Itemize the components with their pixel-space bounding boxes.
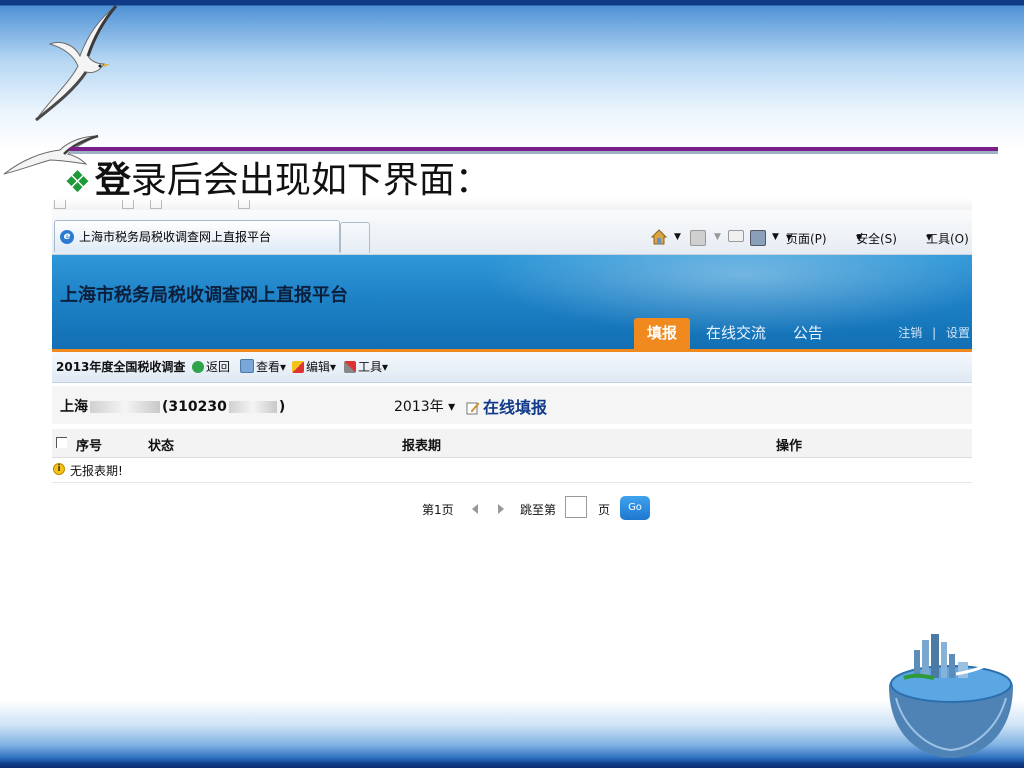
view-icon	[240, 359, 254, 373]
company-row: 上海 (310230) 2013年 ▾ 在线填报	[52, 386, 972, 424]
chevron-down-icon[interactable]: ▼	[714, 228, 721, 246]
chevron-down-icon[interactable]: ▼	[674, 228, 681, 246]
tools-icon	[344, 361, 356, 373]
nav-tab-online-chat[interactable]: 在线交流	[700, 318, 772, 349]
go-button[interactable]: Go	[620, 496, 650, 520]
survey-title: 2013年度全国税收调查	[56, 360, 186, 374]
year-select[interactable]: 2013年 ▾	[394, 396, 455, 416]
empty-message: 无报表期!	[70, 464, 123, 478]
slide-header-background	[0, 0, 1024, 150]
logout-link[interactable]: 注销	[898, 326, 922, 340]
page-menu[interactable]: 页面(P) ▾	[786, 228, 827, 246]
home-icon[interactable]	[650, 228, 668, 251]
slide-title-rest: 录后会出现如下界面：	[130, 160, 491, 201]
site-title: 上海市税务局税收调查网上直报平台	[60, 285, 348, 306]
prev-page-icon[interactable]	[472, 504, 478, 514]
safety-menu[interactable]: 安全(S) ▾	[856, 228, 897, 246]
settings-link[interactable]: 设置	[946, 326, 970, 340]
slide-title-first-char: 登	[94, 160, 131, 201]
nav-tab-announcements[interactable]: 公告	[782, 318, 834, 349]
column-header-status: 状态	[148, 439, 175, 454]
ie-icon: e	[60, 230, 74, 244]
page-unit-label: 页	[598, 503, 611, 517]
browser-tab-title: 上海市税务局税收调查网上直报平台	[79, 230, 272, 244]
new-tab-button[interactable]	[340, 222, 370, 253]
next-page-icon[interactable]	[498, 504, 504, 514]
slide-footer-background	[0, 700, 1024, 768]
edit-button[interactable]: 编辑▾	[292, 359, 336, 375]
pencil-icon	[292, 361, 304, 373]
company-name: 上海 (310230)	[60, 399, 286, 415]
nav-tab-fill-report[interactable]: 填报	[634, 318, 690, 349]
browser-command-bar: ▼ ▼ ▼ 页面(P) ▾ 安全(S) ▾ 工具(O) ▾	[650, 226, 972, 248]
diamond-bullet-icon: ❖	[64, 165, 91, 200]
browser-menu-strip	[52, 198, 972, 210]
current-page-label: 第1页	[422, 503, 454, 517]
column-header-period: 报表期	[402, 439, 442, 454]
column-header-index: 序号	[76, 439, 103, 454]
back-arrow-icon	[192, 361, 204, 373]
info-icon: i	[53, 463, 65, 475]
select-all-checkbox[interactable]	[56, 437, 67, 448]
user-links: 注销 | 设置	[898, 326, 970, 340]
chevron-down-icon[interactable]: ▼	[772, 228, 779, 246]
toolbar: 2013年度全国税收调查 返回 查看▾ 编辑▾ 工具▾	[52, 352, 972, 383]
site-banner: 上海市税务局税收调查网上直报平台 填报 在线交流 公告 注销 | 设置	[52, 255, 972, 349]
city-globe-image	[889, 634, 1013, 758]
table-header: 序号 状态 报表期 操作	[52, 429, 972, 458]
browser-tab-bar: e 上海市税务局税收调查网上直报平台 ▼ ▼ ▼ 页面(P) ▾ 安全(S) ▾…	[52, 210, 972, 255]
page-number-input[interactable]	[565, 496, 587, 518]
seagull-image	[35, 5, 118, 122]
view-button[interactable]: 查看▾	[240, 359, 286, 375]
tools-menu[interactable]: 工具(O) ▾	[926, 228, 969, 246]
embedded-screenshot: e 上海市税务局税收调查网上直报平台 ▼ ▼ ▼ 页面(P) ▾ 安全(S) ▾…	[52, 198, 972, 528]
empty-table-row: i 无报表期!	[52, 458, 972, 483]
back-button[interactable]: 返回	[192, 359, 230, 375]
goto-label: 跳至第	[520, 503, 557, 517]
column-header-actions: 操作	[776, 439, 803, 454]
title-divider-shadow	[70, 151, 998, 154]
tools-button[interactable]: 工具▾	[344, 359, 388, 375]
online-fill-link[interactable]: 在线填报	[466, 394, 547, 418]
main-nav: 填报 在线交流 公告 注销 | 设置	[52, 318, 972, 349]
edit-form-icon	[466, 402, 480, 415]
browser-tab[interactable]: e 上海市税务局税收调查网上直报平台	[54, 220, 340, 252]
